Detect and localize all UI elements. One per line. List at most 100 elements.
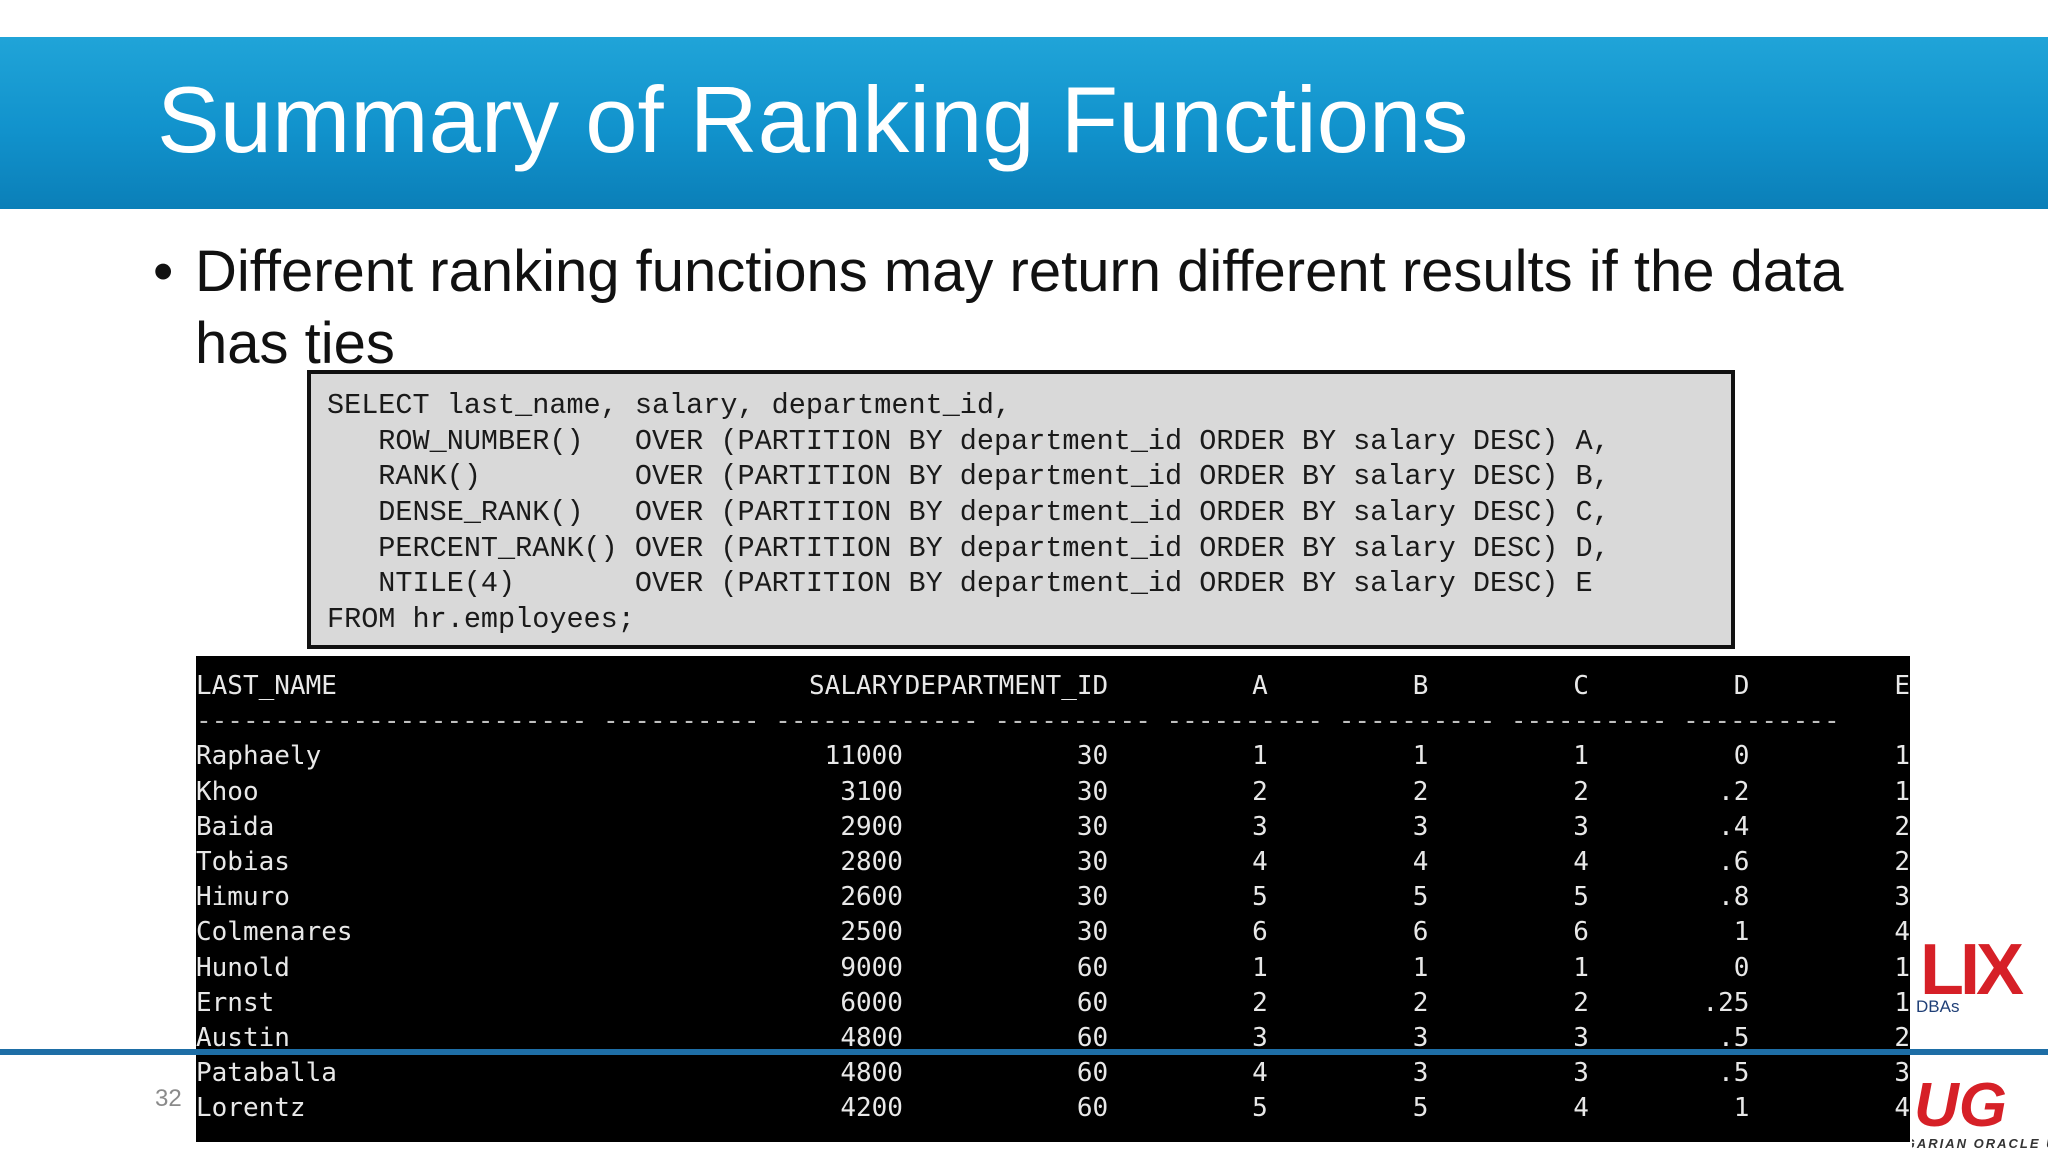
result-cell: 1	[1894, 987, 1910, 1018]
result-cell: 6	[1412, 917, 1429, 948]
result-cell: 3100	[840, 776, 903, 807]
code-line: NTILE(4) OVER (PARTITION BY department_i…	[327, 567, 1593, 601]
result-cell: 2500	[840, 917, 903, 948]
result-cell: 0	[1733, 952, 1750, 983]
result-cell: 6	[1573, 917, 1589, 948]
result-cell: Ernst	[196, 987, 275, 1018]
result-cell: 60	[1076, 952, 1109, 983]
result-cell: 3	[1412, 1058, 1429, 1089]
result-cell: 5	[1412, 882, 1429, 913]
code-line: PERCENT_RANK() OVER (PARTITION BY depart…	[327, 531, 1610, 565]
result-cell: 1	[1733, 917, 1750, 948]
result-cell: 4	[1573, 846, 1589, 877]
result-cell: Hunold	[196, 952, 290, 983]
result-cell: .5	[1718, 1058, 1750, 1089]
result-cell: 5	[1252, 882, 1268, 913]
result-cell: 2	[1252, 987, 1268, 1018]
result-cell: 1	[1252, 952, 1268, 983]
result-cell: 4	[1252, 846, 1268, 877]
result-cell: 4800	[840, 1058, 903, 1089]
result-cell: 1	[1894, 741, 1910, 772]
result-cell: Colmenares	[196, 917, 353, 948]
result-cell: 0	[1733, 741, 1750, 772]
code-line: FROM hr.employees;	[327, 603, 635, 637]
result-cell: 4200	[840, 1093, 903, 1124]
result-row: Tobias 2800 30 4 4 4 .6 2	[196, 845, 1910, 880]
result-cell: 1	[1252, 741, 1268, 772]
column-header: A	[1252, 671, 1268, 701]
column-header: LAST_NAME	[196, 671, 337, 701]
result-cell: 30	[1076, 882, 1109, 913]
result-cell: 4	[1894, 1093, 1910, 1124]
result-cell: 2	[1573, 987, 1589, 1018]
result-cell: Baida	[196, 811, 275, 842]
result-cell: 5	[1412, 1093, 1429, 1124]
result-row: Colmenares 2500 30 6 6 6 1 4	[196, 915, 1910, 950]
result-cell: 5	[1252, 1093, 1268, 1124]
result-cell: 1	[1894, 952, 1910, 983]
result-cell: 5	[1573, 882, 1589, 913]
column-header: DEPARTMENT_ID	[904, 671, 1109, 701]
result-cell: Pataballa	[196, 1058, 337, 1089]
result-cell: 2	[1412, 987, 1429, 1018]
ug-logo-subtext: BULGARIAN ORACLE USER GROUP	[1912, 1136, 2048, 1151]
result-cell: Lorentz	[196, 1093, 306, 1124]
result-cell: 30	[1076, 846, 1109, 877]
column-header: E	[1894, 671, 1910, 701]
result-cell: 2	[1894, 811, 1910, 842]
sql-code-box: SELECT last_name, salary, department_id,…	[307, 370, 1735, 649]
result-cell: 60	[1076, 987, 1109, 1018]
result-cell: 3	[1894, 882, 1910, 913]
result-cell: 60	[1076, 1093, 1109, 1124]
code-line: SELECT last_name, salary, department_id,	[327, 389, 1012, 422]
result-cell: 2	[1252, 776, 1268, 807]
bullet-marker: •	[153, 239, 174, 304]
slide-title: Summary of Ranking Functions	[157, 67, 1469, 172]
result-row: Ernst 6000 60 2 2 2 .25 1	[196, 986, 1910, 1021]
result-cell: 2	[1573, 776, 1589, 807]
result-cell: 1	[1412, 952, 1429, 983]
result-cell: 2	[1412, 776, 1429, 807]
result-row: Khoo 3100 30 2 2 2 .2 1	[196, 775, 1910, 810]
result-cell: 3	[1573, 1058, 1589, 1089]
result-cell: 30	[1076, 917, 1109, 948]
result-cell: 1	[1733, 1093, 1750, 1124]
query-result-console: LAST_NAME SALARY DEPARTMENT_ID A B C D E -------…	[196, 656, 1910, 1142]
result-cell: 6000	[840, 987, 903, 1018]
result-cell: 11000	[824, 741, 903, 772]
column-header: C	[1573, 671, 1589, 701]
result-cell: 2600	[840, 882, 903, 913]
result-row: Hunold 9000 60 1 1 1 0 1	[196, 951, 1910, 986]
result-row: Pataballa 4800 60 4 3 3 .5 3	[196, 1056, 1910, 1091]
result-cell: 1	[1412, 741, 1429, 772]
result-cell: 3	[1573, 811, 1589, 842]
result-cell: 9000	[840, 952, 903, 983]
result-row: Baida 2900 30 3 3 3 .4 2	[196, 810, 1910, 845]
result-cell: 1	[1573, 741, 1589, 772]
result-cell: 3	[1894, 1058, 1910, 1089]
bgoug-logo: UG BULGARIAN ORACLE USER GROUP	[1912, 1064, 2048, 1152]
result-cell: 30	[1076, 741, 1109, 772]
result-cell: 2800	[840, 846, 903, 877]
result-cell: 4	[1573, 1093, 1589, 1124]
result-cell: 4	[1252, 1058, 1268, 1089]
result-cell: 30	[1076, 776, 1109, 807]
result-cell: 6	[1252, 917, 1268, 948]
code-line: DENSE_RANK() OVER (PARTITION BY departme…	[327, 496, 1610, 530]
result-cell: 2	[1894, 846, 1910, 877]
result-cell: Himuro	[196, 882, 290, 913]
bullet-point: • Different ranking functions may return…	[153, 236, 1853, 380]
result-cell: 1	[1894, 776, 1910, 807]
ug-logo-text: UG	[1914, 1071, 2007, 1140]
result-cell: 3	[1252, 811, 1268, 842]
column-header: B	[1412, 671, 1429, 701]
bullet-text: Different ranking functions may return d…	[195, 239, 1844, 376]
result-cell: 30	[1076, 811, 1109, 842]
code-line: ROW_NUMBER() OVER (PARTITION BY departme…	[327, 424, 1610, 458]
footer-divider	[0, 1049, 2048, 1055]
result-cell: .6	[1718, 846, 1750, 877]
result-cell: .8	[1718, 882, 1750, 913]
result-cell: 1	[1573, 952, 1589, 983]
result-cell: 3	[1412, 811, 1429, 842]
header-separator: ------------------------- ---------- ---…	[196, 706, 1840, 737]
